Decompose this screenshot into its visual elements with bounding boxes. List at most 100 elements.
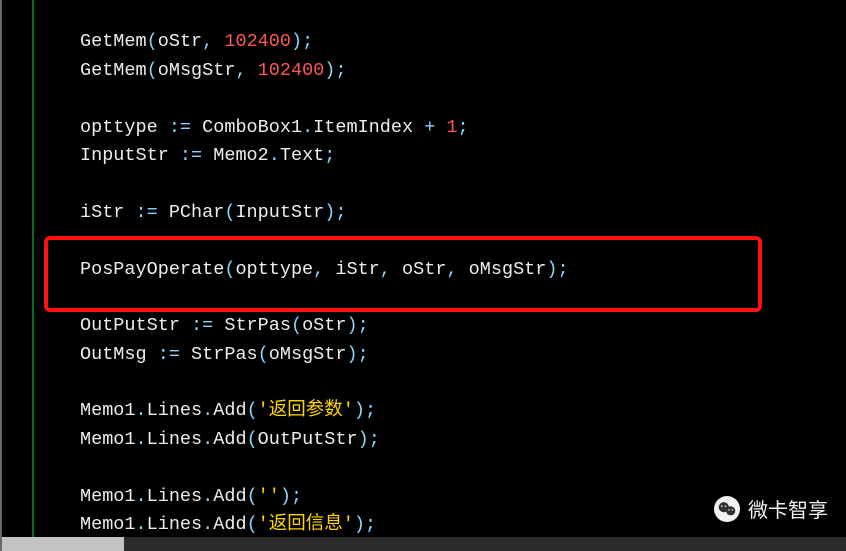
token-punc: ;	[302, 31, 313, 52]
token-punc: ;	[358, 315, 369, 336]
token-punc: ,	[380, 259, 402, 280]
token-num: 1	[446, 117, 457, 138]
token-id: StrPas	[191, 344, 258, 365]
token-punc: )	[358, 429, 369, 450]
token-punc: (	[224, 259, 235, 280]
token-id: oStr	[402, 259, 446, 280]
token-punc: .	[269, 145, 280, 166]
token-punc: .	[202, 486, 213, 507]
token-punc: ;	[291, 486, 302, 507]
token-punc: ,	[235, 60, 257, 81]
token-id: Lines	[147, 400, 203, 421]
token-punc: )	[324, 60, 335, 81]
token-id: Add	[213, 514, 246, 535]
token-punc: )	[354, 514, 365, 535]
token-punc: .	[136, 429, 147, 450]
token-punc: :=	[169, 117, 202, 138]
token-id: Lines	[147, 514, 203, 535]
token-id: Memo1	[80, 486, 136, 507]
token-id: Memo2	[213, 145, 269, 166]
token-id: Add	[213, 429, 246, 450]
token-punc: ;	[335, 60, 346, 81]
token-id: InputStr	[80, 145, 180, 166]
token-punc: (	[147, 60, 158, 81]
code-line[interactable]: GetMem(oMsgStr, 102400);	[52, 57, 569, 85]
token-punc: .	[202, 429, 213, 450]
token-punc: .	[202, 514, 213, 535]
token-punc: (	[247, 486, 258, 507]
gutter-fold-line	[32, 0, 34, 540]
token-punc: .	[136, 486, 147, 507]
token-punc: (	[291, 315, 302, 336]
watermark-text: 微卡智享	[748, 494, 828, 523]
code-line[interactable]: Memo1.Lines.Add('返回参数');	[52, 397, 569, 425]
token-punc: (	[224, 202, 235, 223]
code-line[interactable]: Memo1.Lines.Add('返回信息');	[52, 511, 569, 539]
code-line[interactable]: InputStr := Memo2.Text;	[52, 142, 569, 170]
code-area[interactable]: GetMem(oStr, 102400);GetMem(oMsgStr, 102…	[52, 0, 569, 539]
token-punc: ;	[369, 429, 380, 450]
token-punc: )	[347, 315, 358, 336]
token-punc: )	[291, 31, 302, 52]
code-line[interactable]	[52, 227, 569, 255]
code-line[interactable]	[52, 284, 569, 312]
token-num: 102400	[258, 60, 325, 81]
token-punc: ,	[313, 259, 335, 280]
token-str: ''	[258, 486, 280, 507]
token-id: OutMsg	[80, 344, 158, 365]
token-id: oStr	[158, 31, 202, 52]
token-punc: )	[324, 202, 335, 223]
token-id: Text	[280, 145, 324, 166]
token-punc: (	[247, 429, 258, 450]
horizontal-scrollbar[interactable]	[2, 537, 846, 551]
token-punc: (	[247, 400, 258, 421]
token-punc: .	[202, 400, 213, 421]
token-punc: ;	[324, 145, 335, 166]
token-id: OutPutStr	[258, 429, 358, 450]
token-punc: :=	[136, 202, 169, 223]
token-id: oMsgStr	[469, 259, 547, 280]
token-punc: )	[546, 259, 557, 280]
token-punc: (	[247, 514, 258, 535]
token-punc: ;	[365, 514, 376, 535]
token-punc: (	[258, 344, 269, 365]
token-id: Memo1	[80, 400, 136, 421]
code-line[interactable]: Memo1.Lines.Add('');	[52, 483, 569, 511]
token-punc: ,	[202, 31, 224, 52]
gutter	[2, 0, 34, 540]
code-line[interactable]: GetMem(oStr, 102400);	[52, 28, 569, 56]
token-str: '返回信息'	[258, 514, 354, 535]
token-punc: ;	[557, 259, 568, 280]
code-line[interactable]: iStr := PChar(InputStr);	[52, 199, 569, 227]
token-id: iStr	[335, 259, 379, 280]
code-line[interactable]	[52, 454, 569, 482]
wechat-icon	[714, 496, 740, 522]
token-id: PChar	[169, 202, 225, 223]
token-punc: ;	[335, 202, 346, 223]
token-id: oMsgStr	[269, 344, 347, 365]
token-punc: .	[136, 514, 147, 535]
code-editor: GetMem(oStr, 102400);GetMem(oMsgStr, 102…	[0, 0, 846, 551]
code-line[interactable]: Memo1.Lines.Add(OutPutStr);	[52, 426, 569, 454]
token-id: OutPutStr	[80, 315, 191, 336]
token-punc: .	[302, 117, 313, 138]
code-line[interactable]	[52, 369, 569, 397]
token-id: StrPas	[224, 315, 291, 336]
token-id: GetMem	[80, 60, 147, 81]
code-line[interactable]: opttype := ComboBox1.ItemIndex + 1;	[52, 114, 569, 142]
token-punc: ;	[358, 344, 369, 365]
code-line[interactable]	[52, 0, 569, 28]
token-punc: )	[354, 400, 365, 421]
code-line[interactable]: OutMsg := StrPas(oMsgStr);	[52, 341, 569, 369]
token-punc: )	[346, 344, 357, 365]
token-id: opttype	[80, 117, 169, 138]
token-id: oStr	[302, 315, 346, 336]
code-line[interactable]: OutPutStr := StrPas(oStr);	[52, 312, 569, 340]
code-line[interactable]: PosPayOperate(opttype, iStr, oStr, oMsgS…	[52, 256, 569, 284]
token-punc: )	[280, 486, 291, 507]
code-line[interactable]	[52, 85, 569, 113]
token-punc: +	[424, 117, 446, 138]
token-id: ItemIndex	[313, 117, 424, 138]
code-line[interactable]	[52, 170, 569, 198]
horizontal-scrollbar-thumb[interactable]	[2, 537, 124, 551]
